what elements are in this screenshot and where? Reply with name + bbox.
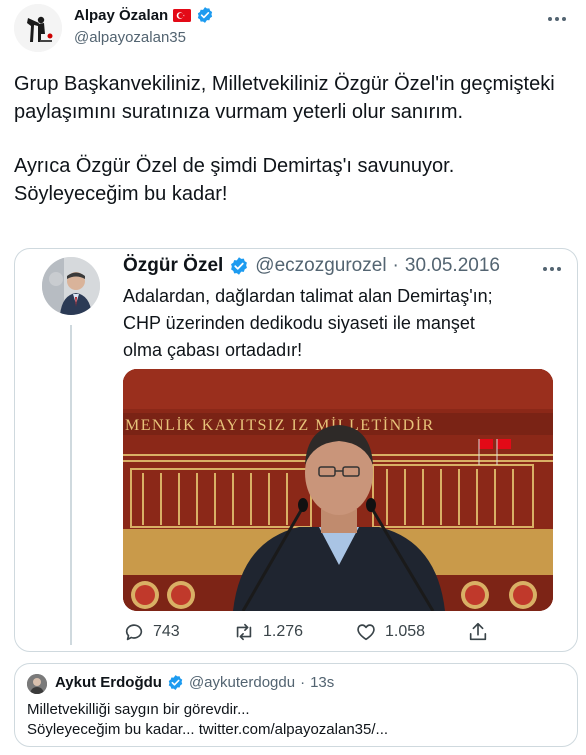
- quote-text-line: Milletvekilliği saygın bir görevdir...: [27, 701, 250, 718]
- author-handle[interactable]: @alpayozalan35: [74, 29, 186, 46]
- embedded-date: 30.05.2016: [404, 255, 500, 276]
- embedded-tweet-actions: 743 1.276 1.058: [123, 621, 543, 645]
- reply-count-value: 743: [153, 623, 180, 640]
- tweet-media-image[interactable]: Özgür Özel @eczozgurozel · 30.05.2016 Ad…: [14, 248, 578, 652]
- author-name[interactable]: Alpay Özalan: [74, 7, 168, 24]
- embedded-tweet-text: Adalardan, dağlardan talimat alan Demirt…: [123, 283, 563, 364]
- embedded-photo: MENLİK KAYITSIZ IZ MİLLETİNDİR: [123, 369, 553, 611]
- tweet-paragraph: Grup Başkanvekiliniz, Milletvekiliniz Öz…: [14, 73, 555, 123]
- separator-dot: ·: [392, 255, 399, 276]
- author-avatar[interactable]: [14, 4, 62, 52]
- embedded-author-handle: @eczozgurozel: [255, 255, 387, 276]
- reply-icon: [125, 624, 143, 641]
- more-icon: [541, 259, 563, 279]
- tweet: Alpay Özalan @alpayozalan35 Grup Başkanv…: [0, 0, 586, 755]
- thread-line: [70, 325, 72, 645]
- retweet-icon: [236, 623, 252, 641]
- share-action: [467, 621, 489, 643]
- verified-badge-icon: [229, 256, 249, 276]
- verified-badge-icon: [167, 674, 184, 691]
- like-icon: [357, 624, 375, 641]
- embedded-author-avatar: [42, 257, 100, 315]
- embedded-text-line: CHP üzerinden dedikodu siyaseti ile manş…: [123, 313, 475, 333]
- retweet-count: 1.276: [233, 621, 303, 643]
- quote-text-line: Söyleyeceğim bu kadar... twitter.com/alp…: [27, 721, 389, 738]
- embedded-text-line: Adalardan, dağlardan talimat alan Demirt…: [123, 286, 493, 306]
- quote-author-avatar: [27, 674, 47, 694]
- embedded-tweet-header: Özgür Özel @eczozgurozel · 30.05.2016: [123, 255, 500, 277]
- quote-author-name: Aykut Erdoğdu: [55, 674, 162, 691]
- embedded-author-name: Özgür Özel: [123, 255, 224, 276]
- author-name-row: Alpay Özalan: [74, 6, 214, 24]
- tweet-paragraph: Ayrıca Özgür Özel de şimdi Demirtaş'ı sa…: [14, 155, 455, 205]
- turkey-flag-icon: [173, 8, 192, 22]
- tweet-text: Grup Başkanvekiliniz, Milletvekiliniz Öz…: [14, 70, 574, 208]
- quote-tweet[interactable]: Aykut Erdoğdu @aykuterdogdu · 13s Millet…: [14, 663, 578, 747]
- like-count: 1.058: [355, 621, 425, 643]
- quote-text: Milletvekilliği saygın bir görevdir... S…: [27, 700, 567, 740]
- quote-time: 13s: [310, 674, 335, 691]
- more-icon[interactable]: [546, 8, 568, 30]
- separator-dot: ·: [300, 674, 306, 691]
- quote-author-handle: @aykuterdogdu: [188, 674, 296, 691]
- retweet-count-value: 1.276: [263, 623, 304, 640]
- quote-header: Aykut Erdoğdu @aykuterdogdu · 13s: [55, 674, 334, 691]
- share-icon: [469, 622, 487, 641]
- embedded-text-line: olma çabası ortadadır!: [123, 340, 303, 360]
- verified-badge-icon: [196, 6, 214, 24]
- reply-count: 743: [123, 621, 180, 643]
- photo-banner-text: MENLİK KAYITSIZ IZ MİLLETİNDİR: [125, 416, 435, 434]
- like-count-value: 1.058: [385, 623, 426, 640]
